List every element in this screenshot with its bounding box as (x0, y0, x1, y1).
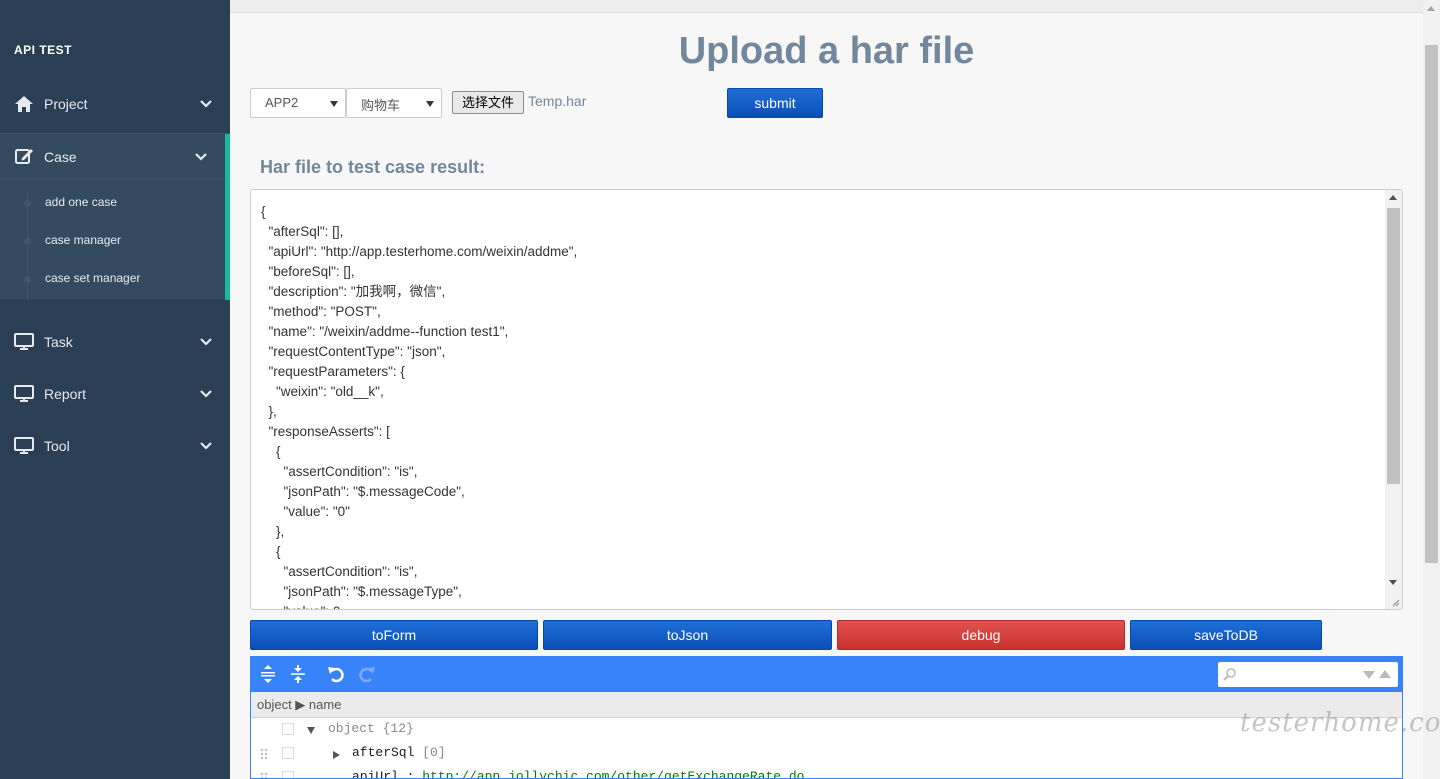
project-select[interactable]: APP2 (250, 88, 346, 118)
sidebar-subitem-label: case set manager (45, 271, 141, 285)
sidebar-item-tool[interactable]: Tool (0, 421, 230, 471)
sidebar-item-case[interactable]: Case (0, 134, 225, 180)
editor-toolbar (251, 657, 1402, 692)
watermark: testerhome.com (1240, 708, 1440, 738)
sidebar-item-project[interactable]: Project (0, 79, 230, 129)
sidebar-item-label: Report (44, 386, 87, 402)
choose-file-button[interactable]: 选择文件 (452, 91, 524, 114)
dropdown-arrow-icon (330, 101, 338, 107)
sidebar-item-label: Project (44, 96, 88, 112)
tree-row[interactable]: apiUrl : http://app.jollychic.com/other/… (251, 766, 1402, 779)
row-checkbox[interactable] (282, 771, 294, 778)
dropdown-arrow-icon (426, 101, 434, 107)
expand-toggle-icon[interactable] (333, 751, 340, 759)
sidebar-item-label: Task (44, 334, 73, 350)
to-form-button[interactable]: toForm (250, 620, 538, 650)
drag-handle-icon[interactable] (260, 748, 268, 760)
search-icon (1223, 668, 1236, 681)
page-scrollbar[interactable] (1423, 0, 1440, 779)
expand-toggle-icon[interactable] (307, 727, 315, 734)
module-select[interactable]: 购物车 (346, 88, 442, 118)
chevron-down-icon (200, 390, 212, 398)
to-json-button[interactable]: toJson (543, 620, 832, 650)
row-checkbox[interactable] (282, 747, 294, 759)
page-title: Upload a har file (678, 30, 975, 72)
search-previous-icon[interactable] (1379, 670, 1391, 678)
tree-row[interactable]: afterSql [0] (251, 742, 1402, 766)
tree-row[interactable]: object {12} (251, 718, 1402, 742)
monitor-icon (14, 333, 34, 350)
tree-info: {12} (382, 721, 414, 736)
submit-button[interactable]: submit (727, 88, 823, 118)
sidebar-item-label: Case (44, 149, 77, 165)
result-json-text: { "afterSql": [], "apiUrl": "http://app.… (261, 204, 578, 609)
sidebar-case-section: Case add one case case manager case set … (0, 133, 230, 300)
sidebar-item-task[interactable]: Task (0, 317, 230, 367)
collapse-all-icon[interactable] (288, 664, 308, 684)
chevron-down-icon (200, 442, 212, 450)
sidebar-item-label: Tool (44, 438, 70, 454)
tree-row-text: apiUrl : http://app.jollychic.com/other/… (352, 769, 804, 779)
module-select-value: 购物车 (361, 98, 401, 113)
scrollbar-thumb[interactable] (1425, 45, 1438, 563)
result-section-title: Har file to test case result: (260, 157, 486, 177)
row-checkbox[interactable] (282, 723, 294, 735)
bullet-icon (24, 238, 31, 245)
redo-icon[interactable] (357, 664, 377, 684)
undo-icon[interactable] (326, 664, 346, 684)
bullet-icon (24, 200, 31, 207)
save-to-db-button[interactable]: saveToDB (1130, 620, 1322, 650)
scroll-up-icon[interactable] (1389, 195, 1397, 200)
resize-grip-icon[interactable] (1390, 597, 1400, 607)
tree-separator: : (398, 769, 423, 779)
scroll-up-icon[interactable] (1427, 6, 1435, 11)
sidebar-item-report[interactable]: Report (0, 369, 230, 419)
debug-button[interactable]: debug (837, 620, 1125, 650)
drag-handle-icon[interactable] (260, 772, 268, 779)
search-input[interactable] (1218, 662, 1398, 687)
editor-breadcrumb[interactable]: object ▶ name (251, 692, 1402, 718)
project-select-value: APP2 (265, 95, 299, 110)
expand-all-icon[interactable] (258, 664, 278, 684)
sidebar-subitem-label: add one case (45, 195, 118, 209)
search-next-icon[interactable] (1363, 671, 1375, 679)
tree-row-text: afterSql [0] (352, 745, 446, 760)
brand-title: API TEST (14, 43, 73, 57)
sidebar-subitem-case-manager[interactable]: case manager (0, 223, 225, 261)
chevron-down-icon (200, 338, 212, 346)
chevron-down-icon (200, 100, 212, 108)
tree-info: [0] (422, 745, 446, 760)
json-editor: object ▶ name object {12} afterSql [0] a… (250, 656, 1403, 779)
tree-key: apiUrl (352, 769, 399, 779)
tree-value-link[interactable]: http://app.jollychic.com/other/getExchan… (422, 769, 804, 778)
result-json-textarea[interactable]: { "afterSql": [], "apiUrl": "http://app.… (250, 189, 1403, 610)
selected-file-name: Temp.har (528, 93, 587, 109)
monitor-icon (14, 385, 34, 402)
top-bar (230, 0, 1423, 13)
tree-row-text: object {12} (328, 721, 414, 736)
main-content: Upload a har file APP2 购物车 选择文件 Temp.har… (230, 0, 1423, 779)
sidebar-subitem-case-set-manager[interactable]: case set manager (0, 261, 225, 299)
chevron-down-icon (195, 153, 207, 161)
bullet-icon (24, 276, 31, 283)
sidebar: API TEST Project Case add one case case … (0, 0, 230, 779)
home-icon (15, 96, 33, 112)
textarea-scrollbar[interactable] (1385, 190, 1402, 609)
sidebar-subitem-add-one-case[interactable]: add one case (0, 185, 225, 223)
edit-icon (15, 149, 33, 164)
scroll-down-icon[interactable] (1389, 580, 1397, 585)
monitor-icon (14, 437, 34, 454)
tree-key: object (328, 721, 375, 736)
tree-key: afterSql (352, 745, 415, 760)
sidebar-subitem-label: case manager (45, 233, 122, 247)
scrollbar-thumb[interactable] (1387, 208, 1400, 484)
